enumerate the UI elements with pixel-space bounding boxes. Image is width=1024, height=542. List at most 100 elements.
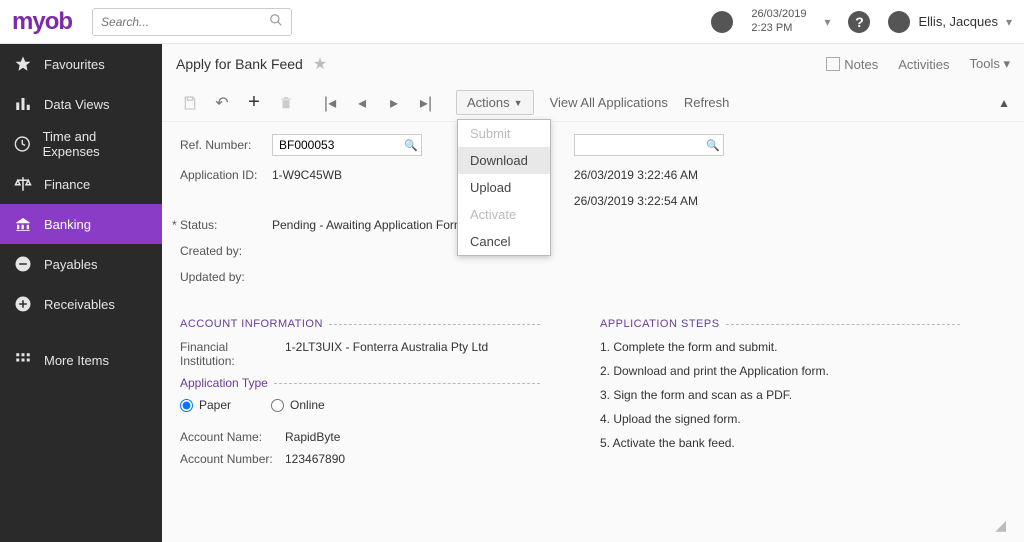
page-header: Apply for Bank Feed ★ Notes Activities T…: [162, 44, 1024, 84]
ref-number-input[interactable]: [272, 134, 422, 156]
right-lookup-input[interactable]: [574, 134, 724, 156]
radio-online[interactable]: Online: [271, 398, 325, 412]
dropdown-upload[interactable]: Upload: [458, 174, 550, 201]
account-number-value: 123467890: [285, 452, 345, 466]
notes-link[interactable]: Notes: [826, 57, 878, 72]
actions-label: Actions: [467, 95, 510, 110]
lookup-icon[interactable]: 🔍: [706, 139, 720, 152]
note-icon: [826, 57, 840, 71]
sidebar-item-receivables[interactable]: Receivables: [0, 284, 162, 324]
timestamp-2: 26/03/2019 3:22:54 AM: [574, 194, 698, 208]
radio-paper-input[interactable]: [180, 399, 193, 412]
sidebar-item-payables[interactable]: Payables: [0, 244, 162, 284]
sidebar: Favourites Data Views Time and Expenses …: [0, 44, 162, 542]
activities-link[interactable]: Activities: [898, 57, 949, 72]
datetime: 26/03/2019 2:23 PM: [751, 8, 806, 34]
radio-paper-label: Paper: [199, 398, 231, 412]
next-icon[interactable]: ▸: [380, 89, 408, 117]
time: 2:23 PM: [751, 22, 806, 35]
right-lookup-wrap: 🔍: [574, 134, 724, 156]
clock-icon: [14, 135, 31, 153]
view-all-link[interactable]: View All Applications: [550, 95, 668, 110]
application-id-value: 1-W9C45WB: [272, 168, 342, 182]
last-icon[interactable]: ▸|: [412, 89, 440, 117]
step-4: 4. Upload the signed form.: [600, 412, 960, 426]
fi-value: 1-2LT3UIX - Fonterra Australia Pty Ltd: [285, 340, 488, 368]
chart-icon: [14, 95, 32, 113]
resize-handle-icon[interactable]: ◢: [995, 517, 1006, 534]
add-icon[interactable]: +: [240, 89, 268, 117]
bank-icon: [14, 215, 32, 233]
logo: myob: [12, 8, 72, 36]
updated-by-label: Updated by:: [180, 270, 272, 284]
sidebar-item-time-expenses[interactable]: Time and Expenses: [0, 124, 162, 164]
user-name: Ellis, Jacques: [918, 14, 997, 29]
actions-button[interactable]: Actions ▼ Submit Download Upload Activat…: [456, 90, 534, 115]
main: Apply for Bank Feed ★ Notes Activities T…: [162, 44, 1024, 542]
save-icon[interactable]: [176, 89, 204, 117]
created-by-label: Created by:: [180, 244, 272, 258]
caret-down-icon: ▼: [514, 98, 523, 108]
tools-link[interactable]: Tools ▾: [970, 56, 1011, 72]
dropdown-download[interactable]: Download: [458, 147, 550, 174]
sidebar-label: Finance: [44, 177, 90, 192]
status-value: Pending - Awaiting Application Form: [272, 218, 464, 232]
actions-dropdown: Submit Download Upload Activate Cancel: [457, 119, 551, 256]
company-icon[interactable]: [711, 11, 733, 33]
sidebar-label: Receivables: [44, 297, 115, 312]
search-wrap[interactable]: [92, 8, 292, 36]
sidebar-item-favourites[interactable]: Favourites: [0, 44, 162, 84]
sidebar-item-data-views[interactable]: Data Views: [0, 84, 162, 124]
radio-online-input[interactable]: [271, 399, 284, 412]
step-2: 2. Download and print the Application fo…: [600, 364, 960, 378]
steps-header-text: APPLICATION STEPS: [600, 318, 720, 330]
user-avatar-icon: [888, 11, 910, 33]
notes-label: Notes: [844, 57, 878, 72]
scale-icon: [14, 175, 32, 193]
radio-online-label: Online: [290, 398, 325, 412]
account-name-label: Account Name:: [180, 430, 285, 444]
topbar: myob 26/03/2019 2:23 PM ▾ ? Ellis, Jacqu…: [0, 0, 1024, 44]
help-icon[interactable]: ?: [848, 11, 870, 33]
dropdown-activate: Activate: [458, 201, 550, 228]
delete-icon[interactable]: [272, 89, 300, 117]
dropdown-cancel[interactable]: Cancel: [458, 228, 550, 255]
sidebar-label: Payables: [44, 257, 97, 272]
chevron-down-icon[interactable]: ▾: [1006, 15, 1012, 29]
timestamp-1: 26/03/2019 3:22:46 AM: [574, 168, 698, 182]
search-input[interactable]: [101, 15, 269, 29]
sidebar-item-finance[interactable]: Finance: [0, 164, 162, 204]
star-icon: [14, 55, 32, 73]
refresh-link[interactable]: Refresh: [684, 95, 730, 110]
sidebar-item-banking[interactable]: Banking: [0, 204, 162, 244]
date: 26/03/2019: [751, 8, 806, 21]
application-id-label: Application ID:: [180, 168, 272, 182]
page-title: Apply for Bank Feed: [176, 56, 303, 72]
radio-paper[interactable]: Paper: [180, 398, 231, 412]
step-1: 1. Complete the form and submit.: [600, 340, 960, 354]
chevron-down-icon[interactable]: ▾: [824, 15, 830, 29]
steps-header: APPLICATION STEPS: [600, 318, 960, 330]
undo-icon[interactable]: ↶: [208, 89, 236, 117]
favourite-star-icon[interactable]: ★: [313, 54, 327, 74]
collapse-icon[interactable]: ▲: [998, 96, 1010, 110]
sidebar-label: Banking: [44, 217, 91, 232]
form-area: Ref. Number: 🔍 Application ID: 1-W9C45WB…: [162, 122, 1024, 542]
search-icon[interactable]: [269, 13, 283, 30]
status-label: Status:: [180, 218, 272, 232]
lookup-icon[interactable]: 🔍: [404, 139, 418, 152]
sidebar-item-more[interactable]: More Items: [0, 340, 162, 380]
account-info-header-text: ACCOUNT INFORMATION: [180, 318, 323, 330]
tools-label: Tools: [970, 56, 1000, 71]
prev-icon[interactable]: ◂: [348, 89, 376, 117]
minus-circle-icon: [14, 255, 32, 273]
application-type-text: Application Type: [180, 376, 268, 390]
ref-number-label: Ref. Number:: [180, 138, 272, 152]
sidebar-label: Time and Expenses: [43, 129, 148, 159]
user-menu[interactable]: Ellis, Jacques ▾: [888, 11, 1012, 33]
toolbar: ↶ + |◂ ◂ ▸ ▸| Actions ▼ Submit Download: [162, 84, 1024, 122]
application-type-header: Application Type: [180, 376, 540, 390]
step-5: 5. Activate the bank feed.: [600, 436, 960, 450]
sidebar-label: Data Views: [44, 97, 110, 112]
first-icon[interactable]: |◂: [316, 89, 344, 117]
